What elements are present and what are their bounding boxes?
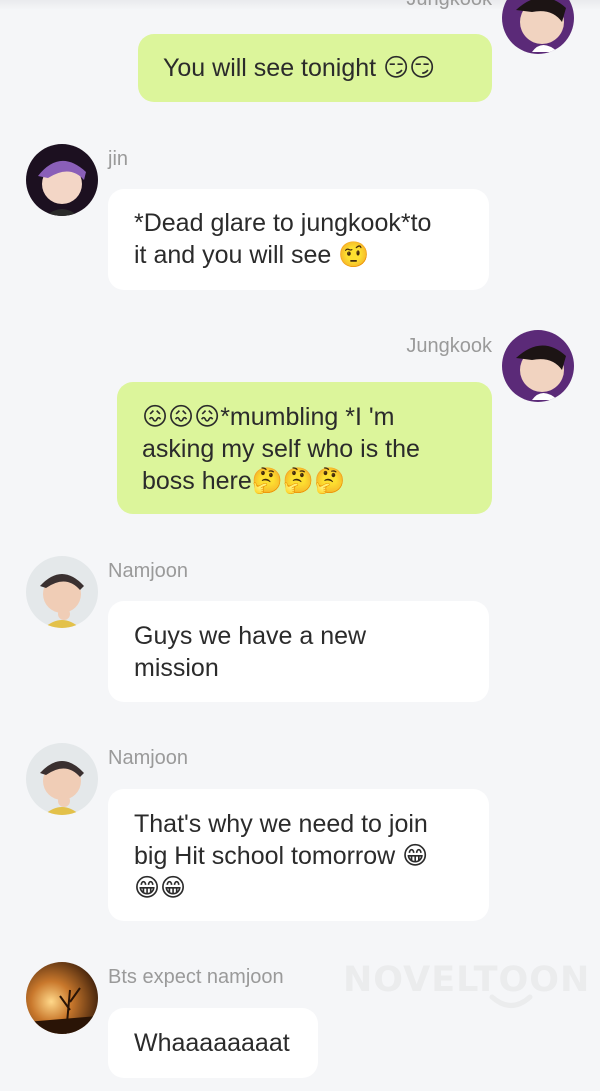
message-text: Whaaaaaaaat xyxy=(134,1029,290,1057)
confounded-emoji-icon: 😖😖😖 xyxy=(142,402,221,431)
sender-name: Jungkook xyxy=(406,335,492,357)
sender-name: jin xyxy=(108,148,129,170)
sender-name-jungkook-cut: Jungkook xyxy=(406,0,492,11)
sunset-avatar[interactable] xyxy=(26,962,98,1034)
noveltoon-watermark: NOVELTOON xyxy=(343,960,591,1000)
raised-eyebrow-emoji-icon: 🤨 xyxy=(338,240,370,269)
sender-name: Namjoon xyxy=(108,560,189,582)
message-line: That's why we need to join xyxy=(134,810,428,838)
sender-name: Bts expect namjoon xyxy=(108,966,284,988)
message-line: *Dead glare to jungkook*to xyxy=(134,209,432,237)
sender-name: Namjoon xyxy=(108,747,189,769)
message-line: big Hit school tomorrow xyxy=(134,842,396,870)
message-line: mission xyxy=(134,654,219,682)
message-line: asking my self who is the xyxy=(142,435,420,463)
message-bubble-5: That's why we need to join big Hit schoo… xyxy=(108,789,489,921)
message-line: *mumbling *I 'm xyxy=(220,403,395,431)
message-bubble-2: *Dead glare to jungkook*to it and you wi… xyxy=(108,189,489,290)
grinning-emoji-icon: 😁😁 xyxy=(134,873,187,902)
message-bubble-1: You will see tonight 😏😏 xyxy=(138,34,492,102)
message-bubble-6: Whaaaaaaaat xyxy=(108,1008,318,1078)
jungkook-avatar[interactable] xyxy=(502,0,574,54)
jungkook-avatar[interactable] xyxy=(502,330,574,402)
jin-avatar[interactable] xyxy=(26,144,98,216)
smirk-emoji-icon: 😏😏 xyxy=(383,53,436,82)
message-text: You will see tonight xyxy=(163,54,377,82)
message-line: it and you will see xyxy=(134,241,332,269)
message-bubble-4: Guys we have a new mission xyxy=(108,601,489,702)
thinking-emoji-icon: 🤔🤔🤔 xyxy=(251,466,346,495)
message-line: Guys we have a new xyxy=(134,622,367,650)
grinning-emoji-icon: 😁 xyxy=(402,841,429,870)
watermark-smile-icon xyxy=(489,994,533,1008)
namjoon-avatar[interactable] xyxy=(26,743,98,815)
namjoon-avatar[interactable] xyxy=(26,556,98,628)
message-bubble-3: 😖😖😖*mumbling *I 'm asking my self who is… xyxy=(117,382,492,514)
message-line: boss here xyxy=(142,467,252,495)
